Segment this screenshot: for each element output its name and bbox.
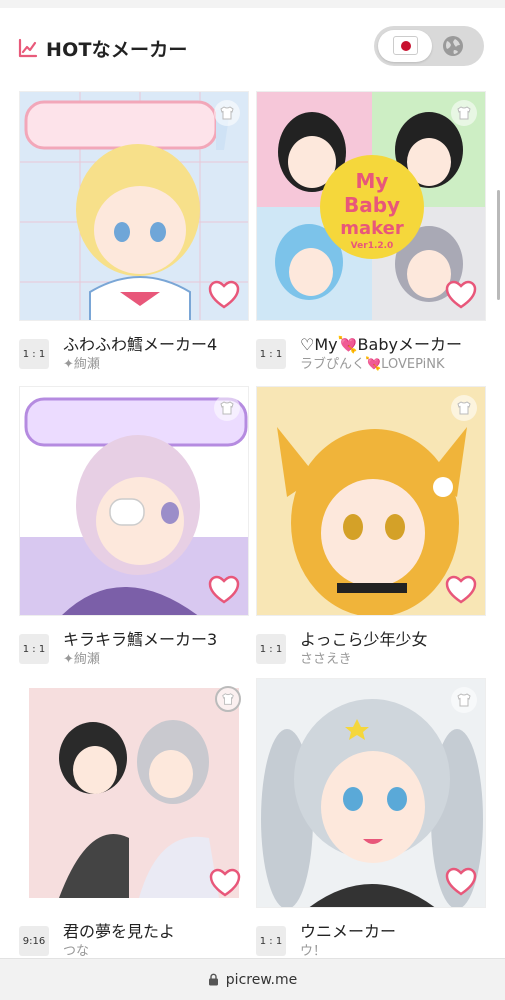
maker-author[interactable]: ウ！ [300, 940, 486, 959]
maker-meta: 1 : 1 よっこら少年少女 ささえき [256, 624, 486, 674]
heart-icon[interactable] [445, 575, 477, 605]
maker-title[interactable]: キラキラ鱈メーカー3 [63, 626, 249, 650]
maker-thumbnail[interactable] [256, 678, 486, 908]
scrollbar[interactable] [497, 190, 500, 300]
aspect-ratio-badge: 1 : 1 [256, 339, 286, 369]
tshirt-icon[interactable] [451, 395, 477, 421]
aspect-ratio-badge: 9:16 [19, 926, 49, 956]
maker-author[interactable]: つな [63, 940, 249, 959]
maker-meta: 1 : 1 キラキラ鱈メーカー3 ✦絢瀬 [19, 624, 249, 674]
maker-meta: 1 : 1 ふわふわ鱈メーカー4 ✦絢瀬 [19, 329, 249, 379]
tshirt-icon[interactable] [451, 687, 477, 713]
maker-title[interactable]: よっこら少年少女 [300, 626, 486, 650]
maker-thumbnail[interactable] [19, 91, 249, 321]
tshirt-icon[interactable] [215, 686, 241, 712]
tshirt-icon[interactable] [214, 395, 240, 421]
aspect-ratio-badge: 1 : 1 [19, 339, 49, 369]
maker-thumbnail[interactable] [256, 386, 486, 616]
maker-thumbnail[interactable] [19, 678, 249, 908]
heart-icon[interactable] [209, 868, 241, 898]
heart-icon[interactable] [445, 867, 477, 897]
maker-title[interactable]: ウニメーカー [300, 918, 486, 942]
aspect-ratio-badge: 1 : 1 [256, 634, 286, 664]
heart-icon[interactable] [445, 280, 477, 310]
tshirt-icon[interactable] [214, 100, 240, 126]
maker-title[interactable]: 君の夢を見たよ [63, 918, 249, 942]
maker-grid: 1 : 1 ふわふわ鱈メーカー4 ✦絢瀬 My Baby maker Ver1.… [0, 0, 505, 1000]
svg-text:Baby: Baby [344, 193, 400, 217]
svg-text:Ver1.2.0: Ver1.2.0 [351, 241, 394, 251]
aspect-ratio-badge: 1 : 1 [19, 634, 49, 664]
maker-thumbnail[interactable]: My Baby maker Ver1.2.0 [256, 91, 486, 321]
url-text[interactable]: picrew.me [226, 972, 297, 988]
maker-title[interactable]: ♡My💘Babyメーカー [300, 331, 486, 355]
lock-icon [208, 973, 218, 986]
maker-thumbnail[interactable] [19, 386, 249, 616]
svg-text:maker: maker [340, 218, 404, 239]
maker-title[interactable]: ふわふわ鱈メーカー4 [63, 331, 249, 355]
heart-icon[interactable] [208, 280, 240, 310]
maker-author[interactable]: ラブぴんく💘LOVEPiNK [300, 353, 486, 372]
aspect-ratio-badge: 1 : 1 [256, 926, 286, 956]
browser-url-bar[interactable]: picrew.me [0, 958, 505, 1000]
maker-author[interactable]: ✦絢瀬 [63, 648, 249, 667]
tshirt-icon[interactable] [451, 100, 477, 126]
maker-meta: 1 : 1 ♡My💘Babyメーカー ラブぴんく💘LOVEPiNK [256, 329, 486, 379]
heart-icon[interactable] [208, 575, 240, 605]
maker-author[interactable]: ✦絢瀬 [63, 353, 249, 372]
svg-text:My: My [356, 169, 389, 193]
maker-author[interactable]: ささえき [300, 648, 486, 667]
